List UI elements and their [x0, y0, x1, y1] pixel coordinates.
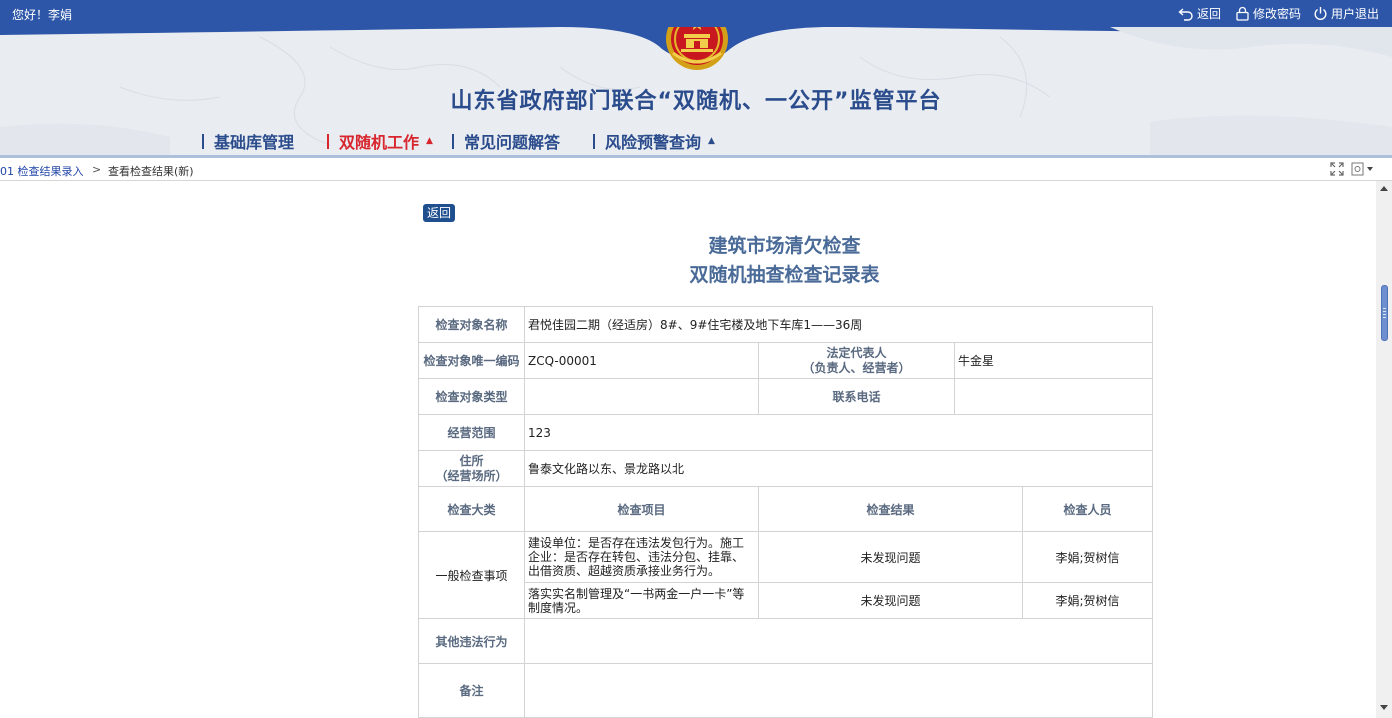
fullscreen-icon[interactable]	[1330, 162, 1344, 176]
table-row: 落实实名制管理及“一书两金一户一卡”等制度情况。 未发现问题 李娟;贺树信	[419, 582, 1154, 619]
table-row: 一般检查事项 建设单位：是否存在违法发包行为。施工企业：是否存在转包、违法分包、…	[418, 531, 1154, 619]
table-row: 经营范围 123	[418, 414, 1154, 451]
legal-rep-value: 牛金星	[953, 342, 1154, 379]
legal-rep-label: 法定代表人 （负责人、经营者）	[758, 342, 955, 379]
col-category-header: 检查大类	[418, 486, 525, 532]
caret-up-icon: ▲	[708, 136, 715, 146]
other-violation-label: 其他违法行为	[418, 618, 525, 664]
object-code-label: 检查对象唯一编码	[418, 342, 525, 379]
scope-label: 经营范围	[418, 414, 525, 451]
breadcrumb: 01 检查结果录入 > 查看检查结果(新)	[0, 158, 1392, 181]
legal-rep-label-line2: （负责人、经营者）	[802, 360, 911, 375]
address-label: 住所 （经营场所）	[418, 450, 525, 487]
greeting-text: 您好！李娟	[12, 8, 73, 22]
table-row: 检查对象类型 联系电话	[418, 378, 1154, 415]
nav-separator	[327, 133, 329, 149]
table-row: 其他违法行为	[418, 618, 1154, 664]
object-name-value: 君悦佳园二期（经适房）8#、9#住宅楼及地下车库1——36周	[523, 306, 1154, 343]
table-row: 住所 （经营场所） 鲁泰文化路以东、景龙路以北	[418, 450, 1154, 487]
national-emblem	[666, 27, 728, 70]
item-text: 落实实名制管理及“一书两金一户一卡”等制度情况。	[524, 582, 759, 619]
table-header-row: 检查大类 检查项目 检查结果 检查人员	[418, 486, 1154, 532]
category-value: 一般检查事项	[418, 531, 525, 619]
return-icon	[1178, 7, 1193, 21]
result-value: 未发现问题	[758, 582, 1023, 619]
top-bar: 您好！李娟 返回 修改密码 用户退出	[0, 0, 1392, 27]
col-item-header: 检查项目	[524, 486, 759, 532]
logout-link[interactable]: 用户退出	[1313, 5, 1379, 22]
back-link-label: 返回	[1197, 7, 1222, 21]
nav-item-label: 基础库管理	[214, 133, 295, 152]
other-violation-value	[523, 618, 1154, 664]
remark-value	[523, 663, 1154, 718]
col-inspector-header: 检查人员	[1021, 486, 1154, 532]
breadcrumb-separator: >	[92, 163, 102, 176]
phone-value	[953, 378, 1154, 415]
power-icon	[1314, 7, 1327, 20]
main-nav: 基础库管理 双随机工作 ▲ 常见问题解答 风险预警查询 ▲	[0, 127, 1392, 153]
scroll-down-arrow-icon[interactable]	[1380, 705, 1388, 711]
address-value: 鲁泰文化路以东、景龙路以北	[523, 450, 1154, 487]
site-title: 山东省政府部门联合“双随机、一公开”监管平台	[450, 89, 942, 114]
item-text: 建设单位：是否存在违法发包行为。施工企业：是否存在转包、违法分包、挂靠、出借资质…	[524, 531, 759, 583]
table-row: 检查对象名称 君悦佳园二期（经适房）8#、9#住宅楼及地下车库1——36周	[418, 306, 1154, 343]
nav-separator	[452, 133, 454, 149]
object-code-value: ZCQ-00001	[524, 342, 759, 379]
header-banner: 山东省政府部门联合“双随机、一公开”监管平台 基础库管理 双随机工作 ▲ 常见问…	[0, 27, 1392, 155]
main-content: 返回 建筑市场清欠检查 双随机抽查检查记录表 检查对象名称 君悦佳园二期（经适房…	[0, 181, 1376, 718]
breadcrumb-item-result-entry[interactable]: 01 检查结果录入	[0, 163, 84, 179]
scroll-up-arrow-icon[interactable]	[1380, 185, 1388, 191]
lock-icon	[1236, 6, 1249, 21]
phone-label: 联系电话	[758, 378, 955, 415]
form-title-line1: 建筑市场清欠检查	[708, 235, 861, 257]
inspector-value: 李娟;贺树信	[1021, 582, 1154, 619]
scrollbar-thumb[interactable]	[1381, 285, 1388, 341]
result-value: 未发现问题	[758, 531, 1023, 583]
back-link[interactable]: 返回	[1178, 5, 1221, 22]
nav-item-double-random-work[interactable]: 双随机工作 ▲	[327, 129, 433, 153]
nav-item-label: 双随机工作	[339, 133, 420, 152]
back-button[interactable]: 返回	[423, 204, 456, 222]
table-row: 备注	[418, 663, 1154, 718]
inspection-record-table: 检查对象名称 君悦佳园二期（经适房）8#、9#住宅楼及地下车库1——36周 检查…	[418, 306, 1154, 718]
change-password-label: 修改密码	[1253, 7, 1302, 21]
object-type-value	[524, 378, 759, 415]
inspector-value: 李娟;贺树信	[1021, 531, 1154, 583]
nav-separator	[202, 133, 204, 149]
nav-item-faq[interactable]: 常见问题解答	[452, 129, 560, 153]
object-name-label: 检查对象名称	[418, 306, 525, 343]
object-type-label: 检查对象类型	[418, 378, 525, 415]
page-menu-icon[interactable]	[1351, 162, 1375, 176]
vertical-scrollbar[interactable]	[1376, 181, 1392, 718]
breadcrumb-item-current: 查看检查结果(新)	[108, 165, 194, 178]
table-row: 检查对象唯一编码 ZCQ-00001 法定代表人 （负责人、经营者） 牛金星	[418, 342, 1154, 379]
nav-separator	[593, 133, 595, 149]
col-result-header: 检查结果	[758, 486, 1023, 532]
form-title-line2: 双随机抽查检查记录表	[689, 264, 880, 286]
nav-item-base-library[interactable]: 基础库管理	[202, 129, 294, 153]
logout-label: 用户退出	[1331, 7, 1380, 21]
nav-item-label: 风险预警查询	[605, 133, 702, 152]
address-label-line1: 住所	[459, 453, 484, 468]
caret-up-icon: ▲	[426, 136, 433, 146]
address-label-line2: （经营场所）	[435, 468, 508, 483]
change-password-link[interactable]: 修改密码	[1235, 5, 1301, 22]
remark-label: 备注	[418, 663, 525, 718]
nav-item-label: 常见问题解答	[464, 133, 561, 152]
nav-item-risk-warning[interactable]: 风险预警查询 ▲	[593, 129, 715, 153]
legal-rep-label-line1: 法定代表人	[826, 345, 887, 360]
scope-value: 123	[523, 414, 1154, 451]
